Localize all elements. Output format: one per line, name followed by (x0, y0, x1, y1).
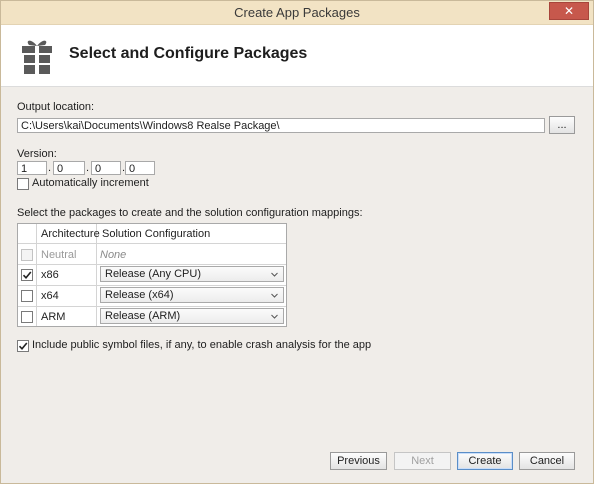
row-architecture-x64: x64 (41, 290, 59, 302)
row-checkbox-neutral (21, 249, 33, 261)
version-revision-input[interactable]: 0 (125, 161, 155, 175)
column-header-architecture[interactable]: Architecture (41, 228, 100, 240)
row-architecture-arm: ARM (41, 311, 66, 323)
next-button-label: Next (411, 455, 434, 467)
checkmark-icon (22, 271, 32, 280)
column-header-solution-configuration[interactable]: Solution Configuration (102, 228, 210, 240)
row-checkbox-arm[interactable] (21, 311, 33, 323)
configuration-select-x86-value: Release (Any CPU) (105, 268, 201, 280)
version-separator: . (48, 162, 52, 174)
window-title: Create App Packages (234, 5, 360, 20)
configuration-select-x86[interactable]: Release (Any CPU) (100, 266, 284, 282)
chevron-down-icon (271, 272, 278, 277)
next-button[interactable]: Next (394, 452, 451, 470)
cancel-button-label: Cancel (529, 455, 565, 467)
gift-icon (22, 40, 52, 74)
grid-header-row: Architecture Solution Configuration (18, 224, 286, 244)
cancel-button[interactable]: Cancel (519, 452, 575, 470)
row-architecture-neutral: Neutral (41, 249, 77, 261)
previous-button[interactable]: Previous (330, 452, 387, 470)
include-symbols-checkbox[interactable] (17, 340, 29, 352)
row-checkbox-x86[interactable] (21, 269, 33, 281)
close-icon: ✕ (563, 4, 575, 18)
row-checkbox-x64[interactable] (21, 290, 33, 302)
version-separator: . (86, 162, 90, 174)
wizard-header: Select and Configure Packages (1, 25, 593, 87)
configuration-select-arm-value: Release (ARM) (105, 310, 181, 322)
page-title: Select and Configure Packages (69, 45, 308, 62)
create-button[interactable]: Create (457, 452, 513, 470)
configuration-select-x64[interactable]: Release (x64) (100, 287, 284, 303)
row-configuration-neutral: None (100, 249, 127, 261)
row-architecture-x86: x86 (41, 269, 59, 281)
chevron-down-icon (271, 293, 278, 298)
close-button[interactable]: ✕ (549, 2, 589, 20)
packages-prompt: Select the packages to create and the so… (17, 207, 363, 219)
grid-row-divider (18, 285, 286, 286)
include-symbols-label: Include public symbol files, if any, to … (32, 339, 372, 351)
version-label: Version: (17, 148, 57, 160)
create-app-packages-dialog: Create App Packages ✕ Select and Configu… (0, 0, 594, 484)
grid-row-divider (18, 306, 286, 307)
version-build-input[interactable]: 0 (91, 161, 121, 175)
version-minor-input[interactable]: 0 (53, 161, 85, 175)
output-location-input[interactable]: C:\Users\kai\Documents\Windows8 Realse P… (17, 118, 545, 133)
checkmark-icon (18, 342, 28, 351)
create-button-label: Create (468, 455, 502, 467)
output-location-label: Output location: (17, 101, 95, 113)
version-major-input[interactable]: 1 (17, 161, 47, 175)
title-bar: Create App Packages ✕ (1, 1, 593, 25)
configuration-select-x64-value: Release (x64) (105, 289, 174, 301)
packages-grid: Architecture Solution Configuration Neut… (17, 223, 287, 327)
configuration-select-arm[interactable]: Release (ARM) (100, 308, 284, 324)
auto-increment-checkbox[interactable] (17, 178, 29, 190)
chevron-down-icon (271, 314, 278, 319)
browse-button[interactable]: ... (549, 116, 575, 134)
previous-button-label: Previous (337, 455, 380, 467)
grid-row-divider (18, 264, 286, 265)
auto-increment-label: Automatically increment (32, 177, 149, 189)
browse-button-label: ... (557, 119, 567, 131)
